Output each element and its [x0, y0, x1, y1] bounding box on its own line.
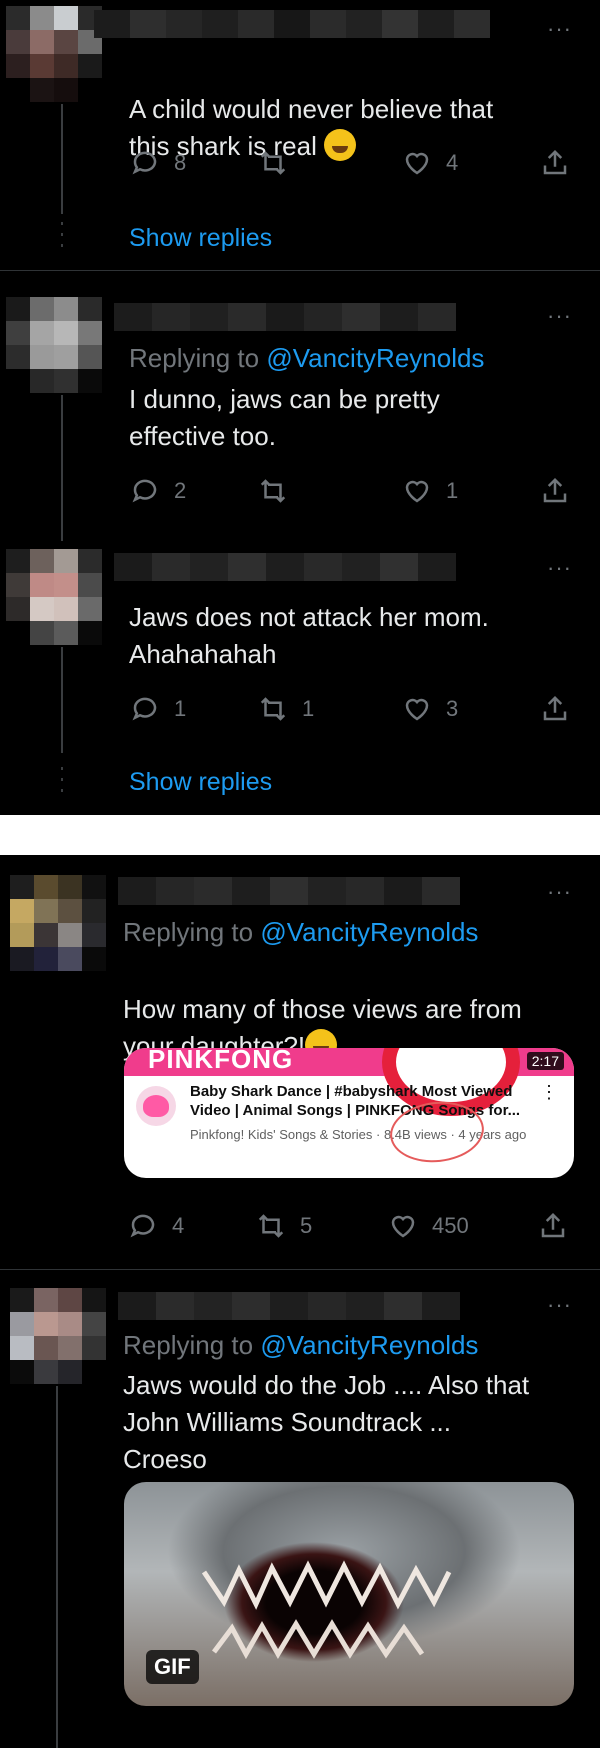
more-options-icon[interactable]: ··· [547, 18, 572, 40]
retweet-button[interactable] [258, 476, 302, 506]
like-count: 450 [432, 1213, 469, 1238]
video-thumbnail: PINKFONG [124, 1048, 574, 1116]
tweet-3[interactable]: ··· Jaws does not attack her mom. Ahahah… [0, 541, 600, 815]
retweet-icon [260, 151, 286, 175]
shark-teeth-graphic [201, 1560, 452, 1660]
share-button[interactable] [540, 148, 570, 178]
replying-to: Replying to @VancityReynolds [123, 917, 479, 947]
video-title[interactable]: Baby Shark Dance | #babyshark Most Viewe… [190, 1082, 550, 1120]
thumbnail-brand: PINKFONG [148, 1048, 294, 1074]
share-button[interactable] [540, 694, 570, 724]
thread-panel-top: ··· A child would never believe that thi… [0, 0, 600, 815]
thread-line [61, 647, 63, 753]
video-duration: 2:17 [526, 1052, 564, 1070]
thread-panel-bottom: ··· Replying to @VancityReynolds How man… [0, 855, 600, 1748]
reply-count: 4 [172, 1213, 185, 1238]
tweet-4[interactable]: ··· Replying to @VancityReynolds How man… [0, 855, 600, 1269]
avatar[interactable] [6, 297, 102, 393]
reply-icon [132, 479, 157, 503]
share-button[interactable] [538, 1211, 568, 1241]
retweet-icon [258, 1214, 284, 1238]
reply-count: 2 [174, 478, 187, 503]
tweet-actions: 1 1 3 [130, 694, 600, 730]
like-button[interactable]: 3 [402, 694, 458, 724]
mention-link[interactable]: @VancityReynolds [260, 1330, 478, 1360]
avatar[interactable] [10, 1288, 106, 1384]
shark-gif[interactable]: GIF [124, 1482, 574, 1706]
more-options-icon[interactable]: ··· [547, 305, 572, 327]
replying-to: Replying to @VancityReynolds [129, 343, 485, 373]
video-meta: Pinkfong! Kids' Songs & Stories · 8.4B v… [190, 1127, 527, 1142]
retweet-count: 1 [302, 696, 315, 721]
author-name-blurred[interactable] [94, 10, 490, 38]
like-count: 1 [446, 478, 459, 503]
tweet-actions: 8 4 [130, 148, 600, 184]
reply-button[interactable]: 1 [130, 694, 186, 724]
reply-button[interactable]: 8 [130, 148, 186, 178]
retweet-count: 5 [300, 1213, 313, 1238]
tweet-text: Jaws does not attack her mom. Ahahahahah [129, 602, 489, 669]
thread-dots [61, 222, 63, 255]
reply-icon [130, 1214, 155, 1238]
heart-icon [405, 698, 429, 721]
more-options-icon[interactable]: ··· [547, 881, 572, 903]
mention-link[interactable]: @VancityReynolds [266, 343, 484, 373]
thread-line [61, 104, 63, 214]
tweet-actions: 4 5 450 [128, 1211, 600, 1247]
screenshot-gap [0, 815, 600, 855]
share-button[interactable] [540, 476, 570, 506]
gif-badge: GIF [146, 1650, 199, 1684]
replying-to: Replying to @VancityReynolds [123, 1330, 479, 1360]
retweet-icon [260, 697, 286, 721]
heart-icon [391, 1215, 415, 1238]
author-name-blurred[interactable] [118, 877, 460, 905]
channel-avatar-icon[interactable] [136, 1086, 176, 1126]
share-icon [543, 477, 567, 503]
more-options-icon[interactable]: ··· [547, 557, 572, 579]
like-button[interactable]: 1 [402, 476, 458, 506]
tweet-actions: 2 1 [130, 476, 600, 512]
author-name-blurred[interactable] [118, 1292, 460, 1320]
kebab-menu-icon[interactable]: ⋮ [540, 1082, 558, 1103]
reply-icon [132, 697, 157, 721]
share-icon [543, 149, 567, 175]
author-name-blurred[interactable] [114, 303, 456, 331]
share-icon [541, 1212, 565, 1238]
avatar[interactable] [10, 875, 106, 971]
more-options-icon[interactable]: ··· [547, 1294, 572, 1316]
retweet-button[interactable]: 5 [256, 1211, 312, 1241]
avatar[interactable] [6, 6, 102, 102]
heart-icon [405, 152, 429, 175]
mention-link[interactable]: @VancityReynolds [260, 917, 478, 947]
reply-button[interactable]: 2 [130, 476, 186, 506]
heart-icon [405, 480, 429, 503]
author-name-blurred[interactable] [114, 553, 456, 581]
like-button[interactable]: 4 [402, 148, 458, 178]
show-replies-link[interactable]: Show replies [129, 768, 272, 797]
like-button[interactable]: 450 [388, 1211, 469, 1241]
reply-count: 1 [174, 696, 187, 721]
avatar[interactable] [6, 549, 102, 645]
show-replies-link[interactable]: Show replies [129, 224, 272, 253]
reply-count: 8 [174, 150, 187, 175]
thread-line [56, 1386, 58, 1748]
tweet-text: I dunno, jaws can be pretty effective to… [129, 384, 440, 451]
like-count: 4 [446, 150, 459, 175]
retweet-icon [260, 479, 286, 503]
thread-line [61, 395, 63, 541]
tweet-5[interactable]: ··· Replying to @VancityReynolds Jaws wo… [0, 1270, 600, 1748]
share-icon [543, 695, 567, 721]
tweet-text: Jaws would do the Job .... Also that Joh… [123, 1370, 530, 1474]
retweet-button[interactable]: 1 [258, 694, 314, 724]
youtube-link-card[interactable]: PINKFONG 2:17 Baby Shark Dance | #babysh… [124, 1048, 574, 1178]
reply-icon [132, 151, 157, 175]
tweet-1[interactable]: ··· A child would never believe that thi… [0, 0, 600, 270]
retweet-button[interactable] [258, 148, 302, 178]
reply-button[interactable]: 4 [128, 1211, 184, 1241]
thread-dots [61, 767, 63, 800]
tweet-2[interactable]: ··· Replying to @VancityReynolds I dunno… [0, 271, 600, 541]
like-count: 3 [446, 696, 459, 721]
